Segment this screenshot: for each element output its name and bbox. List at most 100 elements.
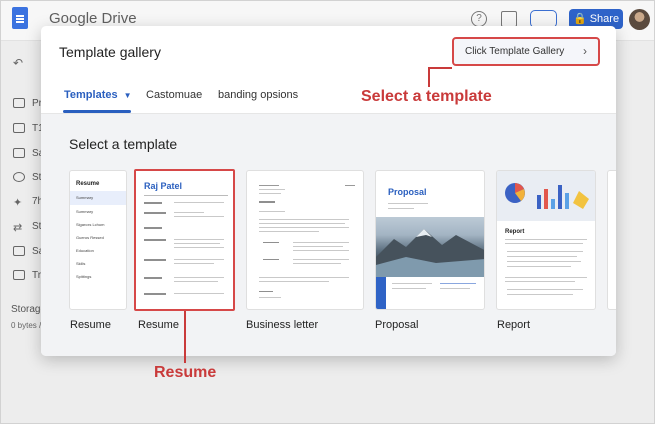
thumb-line [259,193,281,194]
thumb-line [259,219,349,220]
thumb-line [174,239,224,240]
thumb-line [507,266,571,267]
tab-templates[interactable]: Templates ▼ [64,89,132,101]
thumb-item: Sigarcxs Lchum [76,222,105,227]
tab-banding-opsions[interactable]: banding opsions [218,89,298,101]
template-gallery-modal: Template gallery Click Template Gallery … [41,26,616,356]
thumb-line [144,202,162,204]
thumb-line [507,251,583,252]
thumb-line [174,259,224,260]
annotation-resume: Resume [154,364,217,381]
thumb-line [174,293,224,294]
help-icon[interactable]: ? [471,11,487,27]
thumb-line [259,189,285,190]
screenshot-frame: Google Drive ? 🔒 Share ↶ Pr T1 Sa St ✦ 7… [0,0,655,424]
thumb-line [174,247,224,248]
thumb-line [507,294,573,295]
tab-bar: Templates ▼ Castomuae banding opsions [41,80,616,114]
thumb-line [144,277,162,279]
thumb-line [174,277,224,278]
gallery-body: Select a template Resume Summary Summary… [41,114,616,356]
thumb-line [259,291,273,292]
thumb-line [507,256,577,257]
thumb-line [293,250,349,251]
thumb-line [507,261,581,262]
thumb-line [259,201,275,203]
sidebar-item-icon[interactable] [13,98,25,108]
thumb-line [388,208,414,209]
storage-value: 0 bytes / [11,321,42,330]
sidebar: ↶ Pr T1 Sa St ✦ 7h ⇄ St Sa Tr [1,41,44,423]
template-card-resume-outline[interactable]: Resume Summary Summary Sigarcxs Lchum Gu… [69,170,127,310]
app-title: Google Drive [49,10,137,27]
template-label: Resume [70,319,111,331]
thumb-line [263,259,279,260]
comments-icon[interactable] [501,11,517,27]
tab-castomuae[interactable]: Castomuae [146,89,202,101]
thumb-line [259,223,345,224]
lock-icon: 🔒 [572,13,587,25]
thumb-line [174,202,224,203]
folder-icon[interactable] [13,148,25,158]
section-title: Select a template [69,136,178,152]
click-template-gallery-button[interactable]: Click Template Gallery › [452,37,600,66]
template-card-partial[interactable] [607,170,616,310]
report-chart-image [497,171,595,221]
annotation-connector [428,67,430,87]
template-card-resume[interactable]: Raj Patel [134,169,235,311]
template-label: Report [497,319,531,331]
thumb-item: Summary [76,195,94,200]
google-drive-logo-icon[interactable] [12,7,28,29]
thumb-item: Spittings [76,274,92,279]
template-label: Proposal [375,319,419,331]
thumb-line [174,216,224,217]
thumb-line [345,185,355,186]
chevron-right-icon: › [583,44,587,58]
thumb-line [259,281,329,282]
sidebar-item-label: Tr [32,270,42,281]
annotation-connector [184,311,186,363]
thumb-line [505,239,587,240]
cta-label: Click Template Gallery [465,46,565,57]
mountain-photo-image [376,217,484,277]
thumb-line [392,283,432,284]
thumb-line [507,289,583,290]
star-icon[interactable]: ✦ [13,196,25,209]
tab-label: Templates [64,89,118,101]
template-card-report[interactable]: Report [496,170,596,310]
template-card-business-letter[interactable] [246,170,364,310]
thumb-line [259,185,279,186]
folder-icon[interactable] [13,123,25,133]
thumb-accent-bar [376,277,386,309]
thumb-line [259,227,349,228]
thumb-line [293,263,341,264]
template-card-proposal[interactable]: Proposal [375,170,485,310]
thumb-line [259,211,285,212]
undo-icon[interactable]: ↶ [13,56,25,70]
annotation-connector [428,67,452,69]
thumb-line [505,281,575,282]
thumb-line [144,212,166,214]
thumb-line [259,297,281,298]
thumb-line [259,231,319,232]
thumb-line [144,239,166,241]
thumb-line [505,277,587,278]
avatar[interactable] [629,9,650,30]
thumb-item: Summary [76,209,94,214]
trash-icon[interactable] [13,270,25,280]
template-label: Resume [138,319,179,331]
thumb-line [293,246,343,247]
thumb-line [174,243,220,244]
thumb-line [392,288,426,289]
clock-icon[interactable] [13,172,25,182]
shared-icon[interactable]: ⇄ [13,221,25,234]
thumb-item: Skills [76,261,86,266]
thumb-line [440,288,470,289]
modal-title: Template gallery [59,44,161,60]
spam-icon[interactable] [13,246,25,256]
thumb-line [388,203,428,204]
thumb-line [440,283,476,284]
caret-down-icon: ▼ [123,91,132,100]
thumb-line [263,242,279,243]
thumb-line [505,243,583,244]
